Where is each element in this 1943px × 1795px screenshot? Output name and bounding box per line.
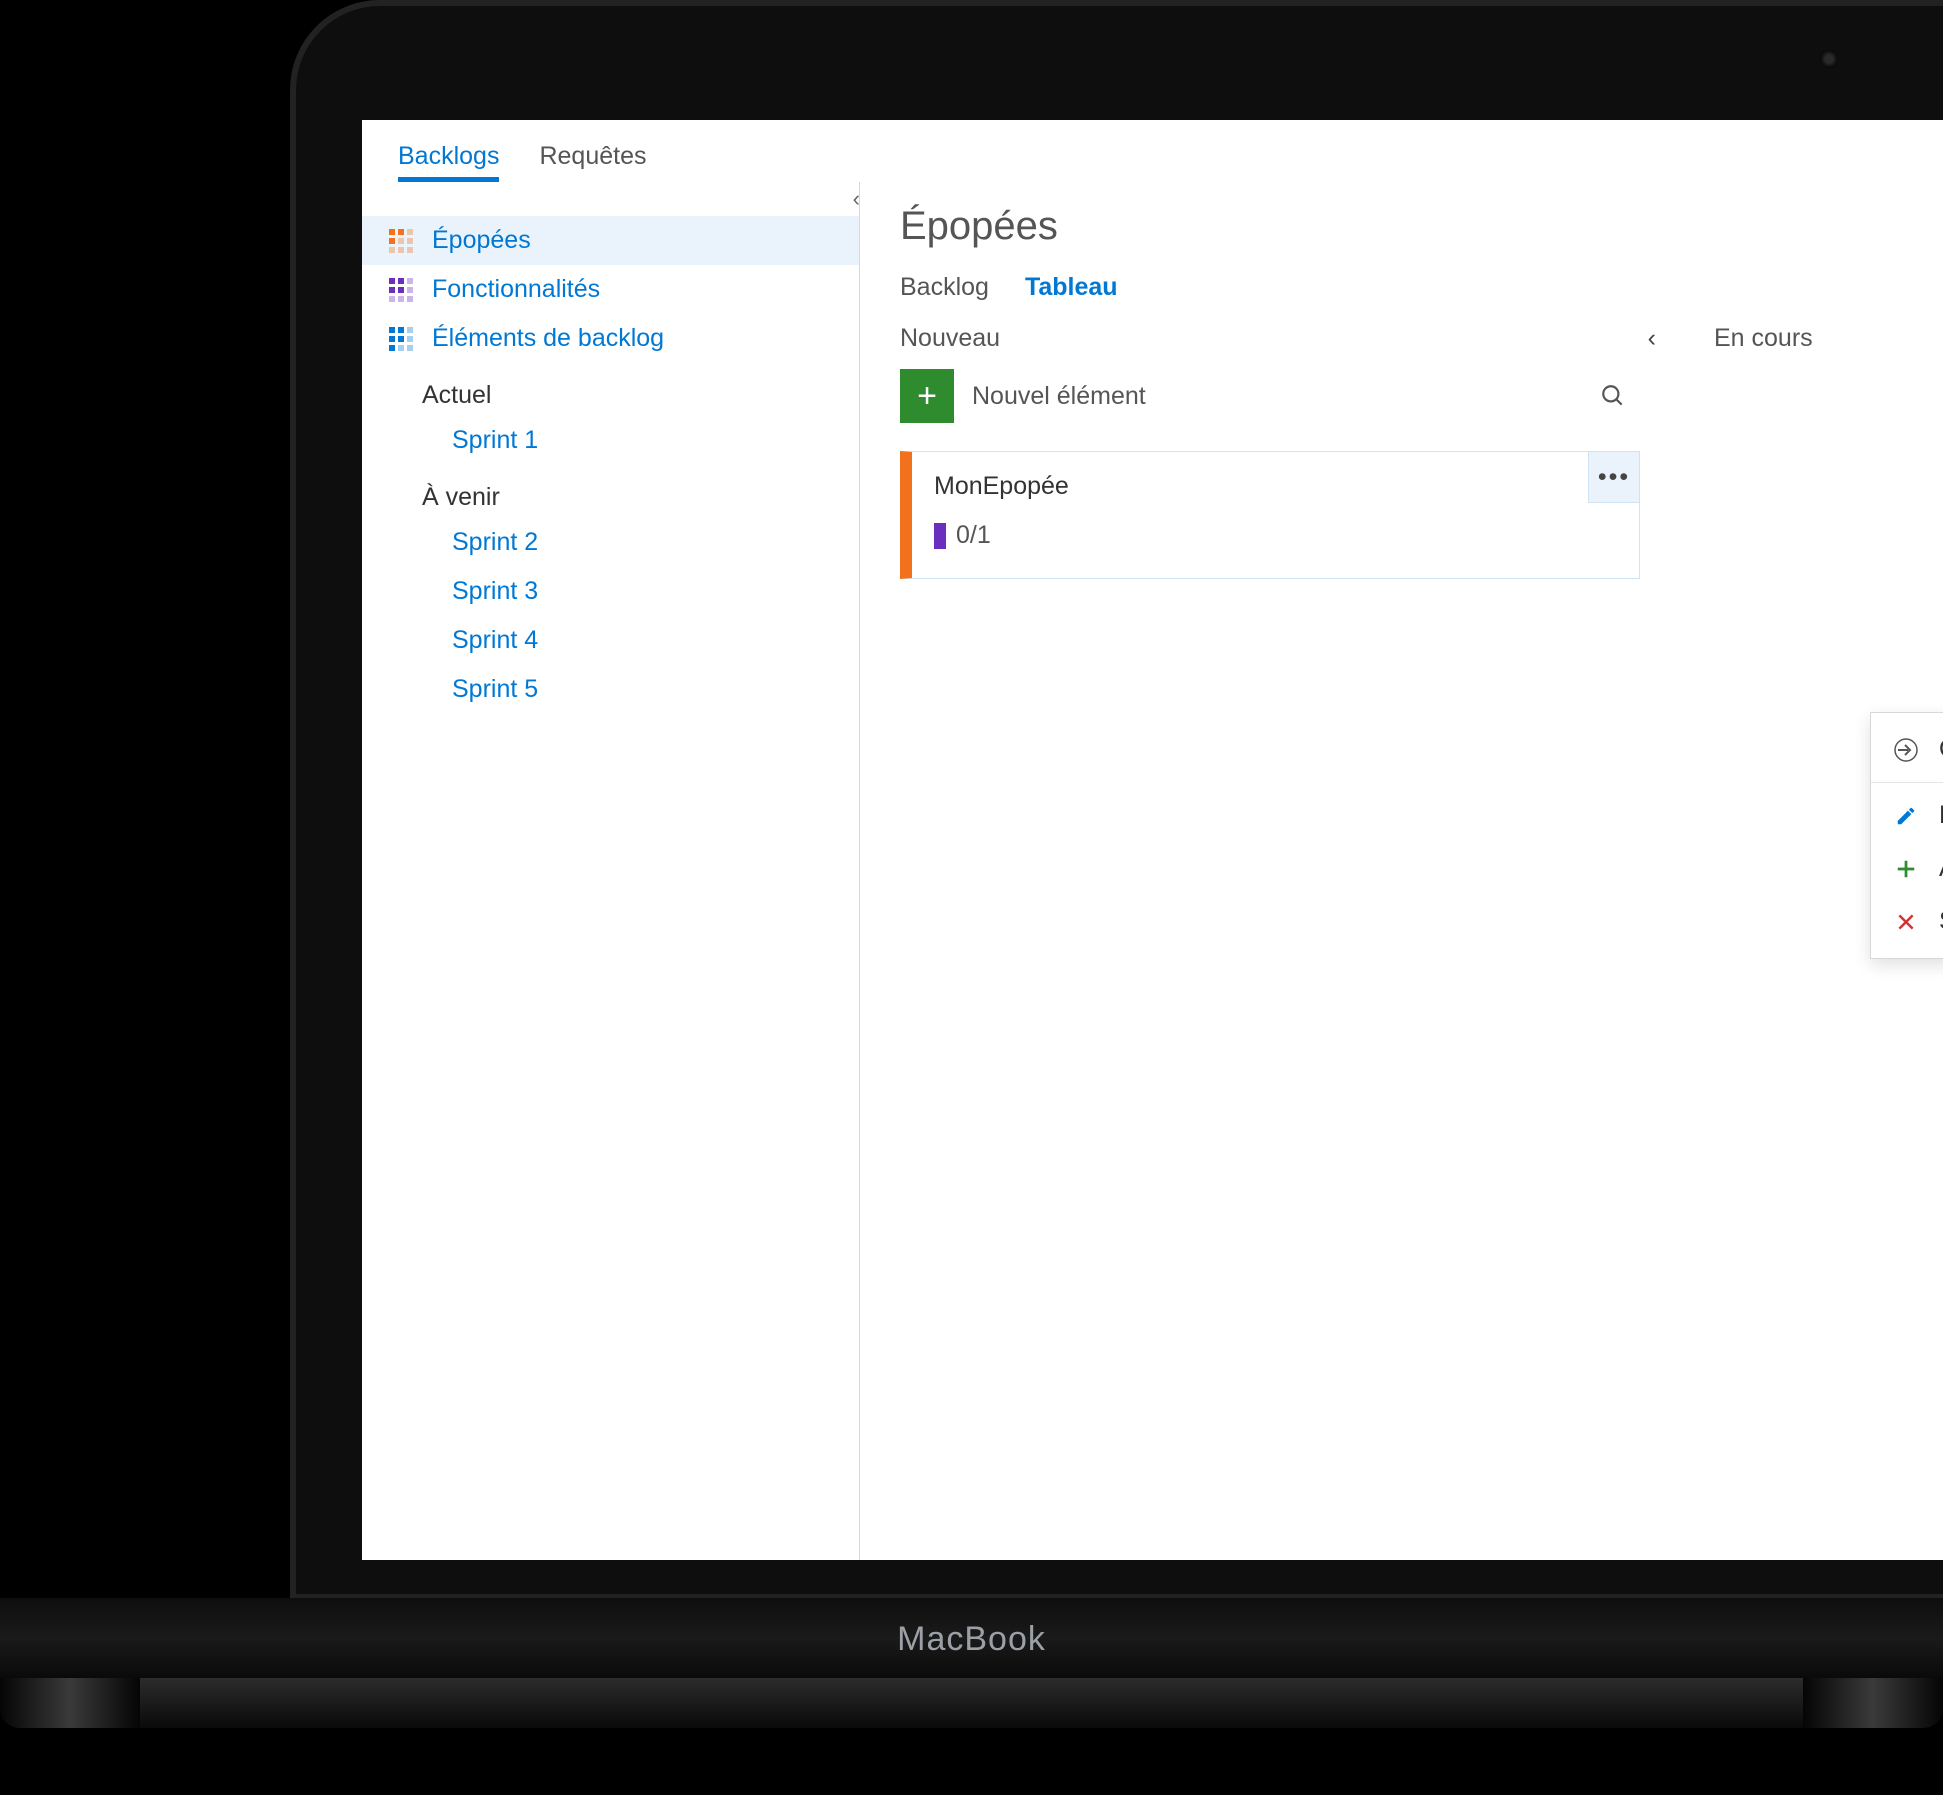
- sidebar-item-label: Fonctionnalités: [432, 275, 600, 304]
- card-title: MonEpopée: [934, 472, 1617, 501]
- app-screen: Backlogs Requêtes ‹ Épopées: [362, 120, 1943, 1560]
- new-item-row[interactable]: + Nouvel élément: [900, 365, 1640, 427]
- sidebar-item-label: Éléments de backlog: [432, 324, 664, 353]
- context-menu: Ouvrir Modifier le titre: [1870, 712, 1943, 959]
- column-in-progress-label: En cours: [1714, 324, 1813, 353]
- sprint-link[interactable]: Sprint 3: [362, 567, 859, 616]
- main-panel: Épopées Backlog Tableau Nouveau ‹ En cou…: [860, 182, 1943, 1560]
- sidebar-group-current: Actuel: [362, 363, 859, 416]
- page-title: Épopées: [900, 204, 1943, 249]
- sidebar-item-label: Épopées: [432, 226, 531, 255]
- search-icon[interactable]: [1600, 383, 1626, 409]
- ctx-delete-label: Supprimer: [1939, 907, 1943, 936]
- column-collapse-icon[interactable]: ‹: [1648, 324, 1680, 353]
- subtabs: Backlog Tableau: [900, 273, 1943, 302]
- card-progress: 0/1: [934, 521, 1617, 550]
- subtab-backlog[interactable]: Backlog: [900, 273, 989, 302]
- laptop-hinge: MacBook: [0, 1598, 1943, 1678]
- epic-card[interactable]: MonEpopée 0/1 •••: [900, 451, 1640, 579]
- tab-backlogs[interactable]: Backlogs: [398, 136, 499, 182]
- tab-queries[interactable]: Requêtes: [539, 136, 646, 182]
- board-column-headers: Nouveau ‹ En cours: [900, 316, 1943, 365]
- laptop-bezel: Backlogs Requêtes ‹ Épopées: [290, 0, 1943, 1600]
- camera-dot: [1820, 50, 1838, 68]
- features-icon: [386, 278, 416, 302]
- sidebar-collapse-icon[interactable]: ‹: [853, 186, 860, 212]
- new-item-label: Nouvel élément: [972, 382, 1146, 411]
- open-icon: [1893, 738, 1919, 762]
- subtab-board[interactable]: Tableau: [1025, 273, 1118, 302]
- sidebar-item-features[interactable]: Fonctionnalités: [362, 265, 859, 314]
- sidebar: Épopées Fonctionnalités Éléments de back…: [362, 182, 860, 1560]
- laptop-base: [0, 1678, 1943, 1728]
- column-new-label: Nouveau: [900, 324, 1000, 353]
- top-tabs: Backlogs Requêtes: [362, 120, 1943, 182]
- sprint-link[interactable]: Sprint 1: [362, 416, 859, 465]
- sprint-link[interactable]: Sprint 4: [362, 616, 859, 665]
- epics-icon: [386, 229, 416, 253]
- ellipsis-icon: •••: [1598, 463, 1630, 492]
- ctx-edit-title[interactable]: Modifier le titre: [1871, 789, 1943, 842]
- card-more-button[interactable]: •••: [1588, 451, 1640, 503]
- sidebar-group-future: À venir: [362, 465, 859, 518]
- ctx-delete[interactable]: Supprimer: [1871, 895, 1943, 948]
- ctx-edit-label: Modifier le titre: [1939, 801, 1943, 830]
- ctx-add-label: Ajouter Fonctionn: [1939, 854, 1943, 883]
- sidebar-item-backlog-items[interactable]: Éléments de backlog: [362, 314, 859, 363]
- x-icon: [1893, 912, 1919, 932]
- ctx-open-label: Ouvrir: [1939, 735, 1943, 764]
- device-brand: MacBook: [0, 1620, 1943, 1659]
- sidebar-item-epics[interactable]: Épopées: [362, 216, 859, 265]
- feature-chip-icon: [934, 523, 946, 549]
- sprint-link[interactable]: Sprint 5: [362, 665, 859, 714]
- card-ratio: 0/1: [956, 521, 991, 550]
- pencil-icon: [1893, 805, 1919, 827]
- ctx-add-feature[interactable]: Ajouter Fonctionn: [1871, 842, 1943, 895]
- sprint-link[interactable]: Sprint 2: [362, 518, 859, 567]
- ctx-open[interactable]: Ouvrir: [1871, 723, 1943, 776]
- plus-icon: [1893, 858, 1919, 880]
- add-icon[interactable]: +: [900, 369, 954, 423]
- backlog-items-icon: [386, 327, 416, 351]
- ctx-separator: [1871, 782, 1943, 783]
